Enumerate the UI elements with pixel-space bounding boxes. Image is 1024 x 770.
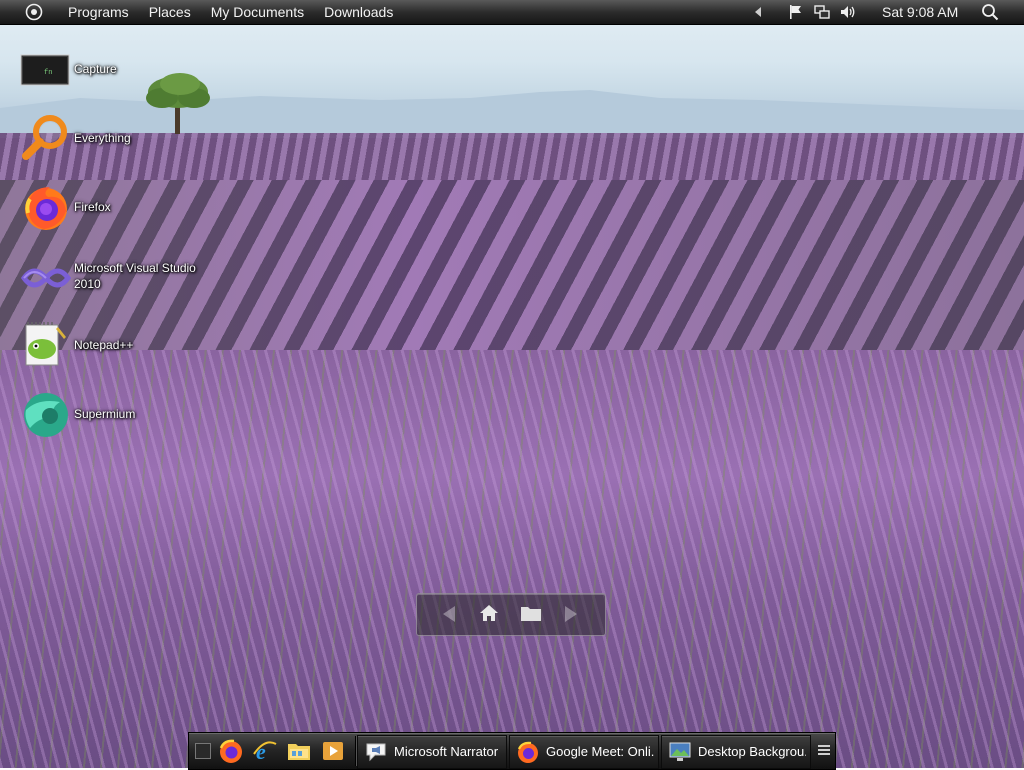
show-desktop-button[interactable]: [195, 743, 211, 759]
taskbar-button-label: Desktop Backgrou...: [698, 744, 806, 759]
desktop-icon-supermium[interactable]: Supermium: [18, 386, 218, 442]
folder-icon[interactable]: [520, 603, 542, 623]
magnifier-icon: [22, 115, 67, 160]
volume-icon[interactable]: [840, 4, 856, 20]
top-menu-bar: Programs Places My Documents Downloads S…: [0, 0, 1024, 25]
quick-launch-file-explorer-icon[interactable]: [286, 738, 312, 764]
action-center-flag-icon[interactable]: [788, 4, 804, 20]
quick-launch-internet-explorer-icon[interactable]: e: [252, 738, 278, 764]
firefox-icon: [517, 741, 538, 763]
search-icon[interactable]: [981, 3, 999, 21]
taskbar-button-google-meet[interactable]: Google Meet: Onli...: [509, 735, 659, 769]
desktop-navigation-bar: [416, 593, 606, 636]
narrator-icon: [366, 743, 386, 762]
desktop-icon-notepad-plus-plus[interactable]: Notepad++: [18, 317, 218, 373]
desktop-icon-capture[interactable]: fn Capture: [18, 41, 218, 97]
desktop-icon-firefox[interactable]: Firefox: [18, 179, 218, 235]
menu-downloads[interactable]: Downloads: [314, 0, 403, 24]
quick-launch-media-player-icon[interactable]: [320, 738, 346, 764]
menu-programs[interactable]: Programs: [58, 0, 139, 24]
home-icon[interactable]: [479, 603, 499, 623]
supermium-icon: [24, 393, 68, 437]
firefox-icon: [25, 187, 67, 230]
taskbar-button-label: Microsoft Narrator: [394, 744, 499, 759]
top-menu: Programs Places My Documents Downloads: [58, 0, 403, 24]
desktop-icon-label-line2: 2010: [74, 277, 101, 291]
menu-my-documents[interactable]: My Documents: [201, 0, 314, 24]
taskbar-button-desktop-background[interactable]: Desktop Backgrou...: [661, 735, 811, 769]
desktop-icon-label-line1: Microsoft Visual Studio: [74, 261, 196, 275]
taskbar-button-label: Google Meet: Onli...: [546, 744, 654, 759]
network-icon[interactable]: [814, 4, 830, 20]
desktop-icon-label: Notepad++: [74, 338, 134, 352]
start-orb-icon[interactable]: [25, 3, 43, 21]
taskbar: e Microsoft Narrator Google Meet: Onli..…: [188, 732, 836, 770]
taskbar-button-narrator[interactable]: Microsoft Narrator: [357, 735, 507, 769]
forward-arrow-icon[interactable]: [563, 605, 579, 623]
svg-text:fn: fn: [44, 69, 52, 77]
visual-studio-icon: [20, 268, 72, 288]
desktop-icon-label: Firefox: [74, 200, 111, 214]
quick-launch-firefox-icon[interactable]: [218, 738, 244, 764]
back-arrow-icon[interactable]: [441, 605, 457, 623]
display-settings-icon: [669, 742, 691, 761]
desktop-icon-label: Everything: [74, 131, 131, 145]
notepad-plus-plus-icon: [25, 322, 66, 366]
desktop-icon-label: Supermium: [74, 407, 136, 421]
menu-places[interactable]: Places: [139, 0, 201, 24]
desktop-icon-visual-studio[interactable]: Microsoft Visual Studio 2010: [18, 248, 218, 304]
desktop-icon-everything[interactable]: Everything: [18, 110, 218, 166]
tray-expand-arrow-icon[interactable]: [754, 7, 762, 17]
taskbar-menu-icon[interactable]: [817, 743, 831, 757]
clock[interactable]: Sat 9:08 AM: [882, 0, 958, 24]
desktop-icon-label: Capture: [74, 62, 117, 76]
capture-terminal-icon: fn: [20, 54, 70, 86]
